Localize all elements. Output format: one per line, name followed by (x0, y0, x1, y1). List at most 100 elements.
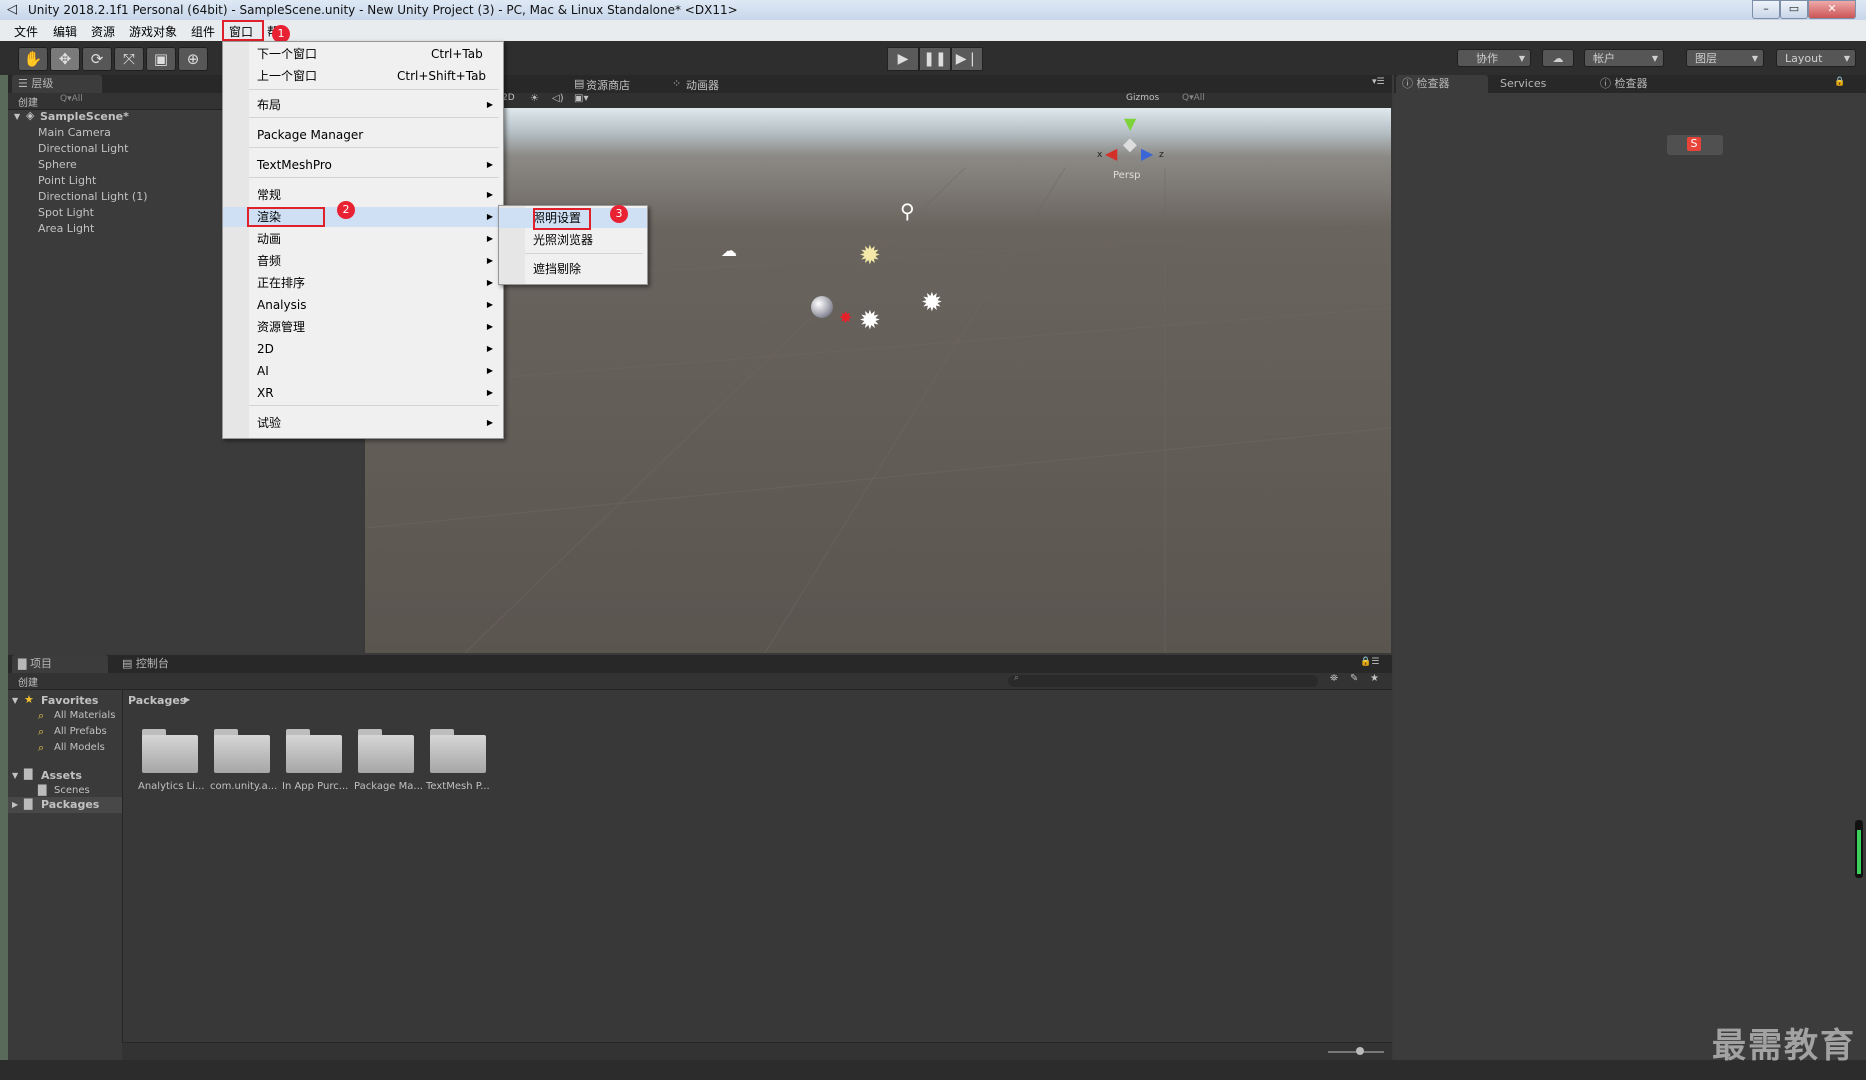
lock-icon[interactable]: 🔒☰ (1360, 657, 1379, 667)
menu-gameobject[interactable]: 游戏对象 (129, 23, 177, 40)
menu-item-xr[interactable]: XR ▶ (223, 383, 503, 403)
expand-arrow-icon[interactable]: ▼ (14, 112, 20, 121)
menu-item-next-window[interactable]: 下一个窗口 Ctrl+Tab (223, 44, 503, 64)
lighting-toggle-icon[interactable]: ☀ (530, 93, 539, 104)
step-button[interactable]: ▶❘ (951, 47, 983, 71)
filter-label-icon[interactable]: ✎ (1350, 673, 1358, 684)
menu-assets[interactable]: 资源 (91, 23, 115, 40)
menu-item-package-manager[interactable]: Package Manager (223, 125, 503, 145)
minimize-button[interactable]: – (1752, 0, 1780, 19)
tab-inspector[interactable]: ⓘ 检查器 (1396, 75, 1488, 93)
tab-project[interactable]: ▇ 项目 (12, 655, 108, 673)
breadcrumb[interactable]: Packages (128, 694, 186, 707)
package-folder-icon[interactable] (214, 729, 270, 773)
hierarchy-item[interactable]: Spot Light (38, 206, 94, 219)
spot-light-icon[interactable]: ⚲ (900, 199, 915, 223)
favorite-item[interactable]: All Materials (54, 710, 115, 721)
directional-light-icon[interactable]: ✹ (859, 241, 881, 271)
menu-item-2d[interactable]: 2D ▶ (223, 339, 503, 359)
create-dropdown[interactable]: 创建 (18, 94, 38, 109)
favorite-item[interactable]: All Models (54, 742, 105, 753)
tab-console[interactable]: ▤ 控制台 (116, 655, 206, 673)
assets-node[interactable]: Assets (41, 769, 82, 782)
menu-item-asset-management[interactable]: 资源管理 ▶ (223, 317, 503, 337)
hierarchy-item[interactable]: Directional Light (38, 142, 128, 155)
camera-gizmo-icon[interactable]: ☁ (721, 241, 737, 260)
menu-item-analysis[interactable]: Analysis ▶ (223, 295, 503, 315)
tab-animator[interactable]: 动画器 (686, 77, 719, 93)
menu-edit[interactable]: 编辑 (53, 23, 77, 40)
persp-label[interactable]: Persp (1113, 170, 1141, 181)
effects-toggle-icon[interactable]: ▣▾ (574, 93, 588, 104)
menu-item-layout[interactable]: 布局 ▶ (223, 95, 503, 115)
tab-inspector-2[interactable]: ⓘ 检查器 (1594, 75, 1684, 93)
scene-root-item[interactable]: SampleScene* (40, 110, 129, 123)
rotate-tool-icon[interactable]: ⟳ (82, 47, 112, 71)
gizmos-dropdown[interactable]: Gizmos (1126, 93, 1159, 103)
scale-tool-icon[interactable]: ⤧ (114, 47, 144, 71)
layers-dropdown[interactable]: 图层 ▼ (1686, 49, 1764, 67)
hierarchy-item[interactable]: Main Camera (38, 126, 111, 139)
sphere-object[interactable] (811, 296, 833, 318)
expand-arrow-icon[interactable]: ▼ (12, 771, 18, 780)
audio-toggle-icon[interactable]: ◁) (552, 93, 564, 104)
package-folder-icon[interactable] (286, 729, 342, 773)
x-axis-cone-icon[interactable]: ◀ (1105, 144, 1117, 163)
package-folder-icon[interactable] (430, 729, 486, 773)
project-create-dropdown[interactable]: 创建 (18, 674, 38, 689)
rect-tool-icon[interactable]: ▣ (146, 47, 176, 71)
unity-s-widget-icon[interactable]: S (1667, 135, 1723, 155)
menu-item-prev-window[interactable]: 上一个窗口 Ctrl+Shift+Tab (223, 66, 503, 86)
menu-item-sequencing[interactable]: 正在排序 ▶ (223, 273, 503, 293)
collab-dropdown[interactable]: 协作 ▼ (1457, 49, 1531, 67)
package-folder-icon[interactable] (142, 729, 198, 773)
center-cube-icon[interactable]: ◆ (1123, 134, 1137, 155)
packages-node-selected[interactable]: ▶ ▇ Packages (8, 797, 122, 813)
hierarchy-item[interactable]: Point Light (38, 174, 96, 187)
menu-file[interactable]: 文件 (14, 23, 38, 40)
expand-arrow-icon[interactable]: ▶ (12, 800, 18, 809)
project-search-input[interactable]: ⌕ (1008, 673, 1318, 687)
z-axis-cone-icon[interactable]: ▶ (1141, 144, 1153, 163)
play-button[interactable]: ▶ (887, 47, 919, 71)
filter-type-icon[interactable]: ⛯ (1330, 673, 1338, 684)
maximize-button[interactable]: ▭ (1780, 0, 1808, 19)
menu-component[interactable]: 组件 (191, 23, 215, 40)
menu-item-textmeshpro[interactable]: TextMeshPro ▶ (223, 155, 503, 175)
menu-item-animation[interactable]: 动画 ▶ (223, 229, 503, 249)
point-light-icon[interactable]: ✸ (839, 308, 852, 327)
panel-menu-icon[interactable]: ▾☰ (1372, 77, 1385, 87)
slider-thumb[interactable] (1356, 1047, 1364, 1055)
y-axis-cone-icon[interactable]: ▼ (1124, 114, 1136, 133)
orientation-gizmo[interactable]: ▼ ◀ ▶ ◆ x z (1097, 114, 1167, 176)
lock-icon[interactable]: 🔒 (1834, 77, 1845, 87)
scene-viewport[interactable]: ☁ ⚲ ✹ ✹ ✸ ✹ ▼ ◀ ▶ ◆ x z Persp (365, 108, 1391, 653)
transform-tool-icon[interactable]: ⊕ (178, 47, 208, 71)
tab-hierarchy[interactable]: ☰ 层级 (12, 75, 102, 93)
menu-item-ai[interactable]: AI ▶ (223, 361, 503, 381)
favorite-item[interactable]: All Prefabs (54, 726, 107, 737)
menu-item-general[interactable]: 常规 ▶ (223, 185, 503, 205)
hand-tool-icon[interactable]: ✋ (18, 47, 48, 71)
move-tool-icon[interactable]: ✥ (50, 47, 80, 71)
close-button[interactable]: ✕ (1808, 0, 1856, 19)
icon-size-slider[interactable] (1328, 1047, 1384, 1055)
account-dropdown[interactable]: 帐户 ▼ (1584, 49, 1664, 67)
scene-search-input[interactable]: Q▾All (1182, 93, 1205, 103)
hierarchy-item[interactable]: Sphere (38, 158, 77, 171)
area-light-icon[interactable]: ✹ (859, 306, 881, 336)
submenu-item-occlusion-culling[interactable]: 遮挡剔除 (499, 259, 647, 279)
favorites-node[interactable]: Favorites (41, 694, 98, 707)
tab-services[interactable]: Services (1494, 75, 1584, 93)
hierarchy-search-input[interactable]: Q▾All (60, 94, 83, 104)
cloud-button[interactable]: ☁ (1542, 49, 1574, 67)
favorite-star-icon[interactable]: ★ (1370, 673, 1379, 684)
submenu-item-light-explorer[interactable]: 光照浏览器 (499, 230, 647, 250)
layout-dropdown[interactable]: Layout ▼ (1776, 49, 1856, 67)
pause-button[interactable]: ❚❚ (919, 47, 951, 71)
tab-asset-store[interactable]: 资源商店 (586, 77, 630, 93)
menu-item-experimental[interactable]: 试验 ▶ (223, 413, 503, 433)
menu-item-audio[interactable]: 音频 ▶ (223, 251, 503, 271)
hierarchy-item[interactable]: Directional Light (1) (38, 190, 148, 203)
expand-arrow-icon[interactable]: ▼ (12, 696, 18, 705)
